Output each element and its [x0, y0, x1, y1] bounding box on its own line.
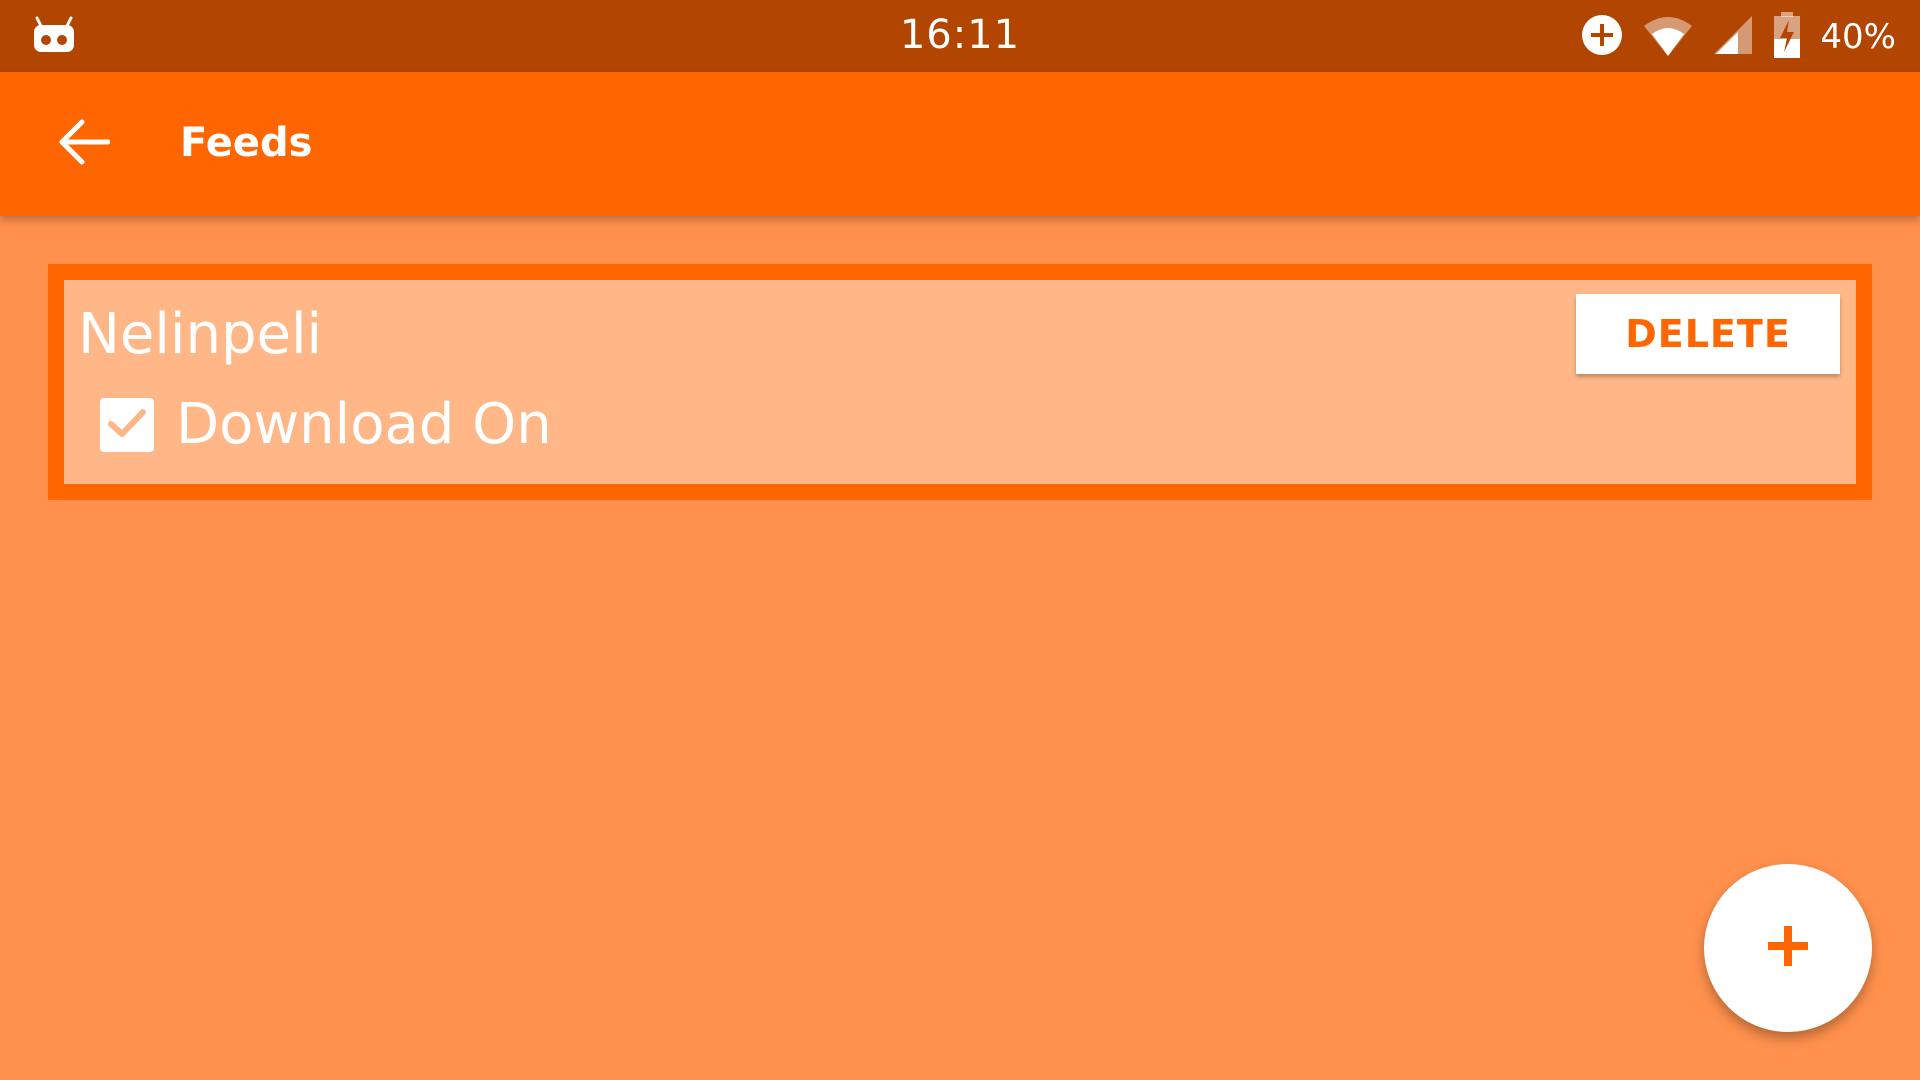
- download-checkbox[interactable]: [100, 397, 154, 452]
- battery-charging-icon: [1772, 12, 1802, 62]
- download-toggle-row[interactable]: Download On: [100, 392, 552, 457]
- page-title: Feeds: [180, 120, 313, 166]
- data-saver-plus-icon: [1580, 13, 1624, 61]
- checkmark-icon: [107, 406, 147, 444]
- download-label: Download On: [176, 392, 552, 457]
- feed-card: Nelinpeli Download On DELETE: [48, 264, 1872, 500]
- arrow-back-icon: [58, 118, 111, 170]
- back-button[interactable]: [44, 112, 124, 176]
- wifi-icon: [1642, 14, 1694, 60]
- feed-card-content: Nelinpeli Download On DELETE: [64, 280, 1856, 484]
- app-bar: Feeds: [0, 72, 1920, 216]
- plus-icon: [1766, 924, 1810, 972]
- cell-signal-icon: [1712, 14, 1754, 60]
- delete-button[interactable]: DELETE: [1576, 294, 1840, 374]
- status-bar: 16:11 40%: [0, 0, 1920, 72]
- screen: 16:11 40% Feeds Nelinpeli Download On DE…: [0, 0, 1920, 1080]
- status-icons: 40%: [1580, 12, 1896, 62]
- feed-name: Nelinpeli: [78, 302, 323, 367]
- battery-percent: 40%: [1820, 17, 1896, 57]
- add-feed-button[interactable]: [1704, 864, 1872, 1032]
